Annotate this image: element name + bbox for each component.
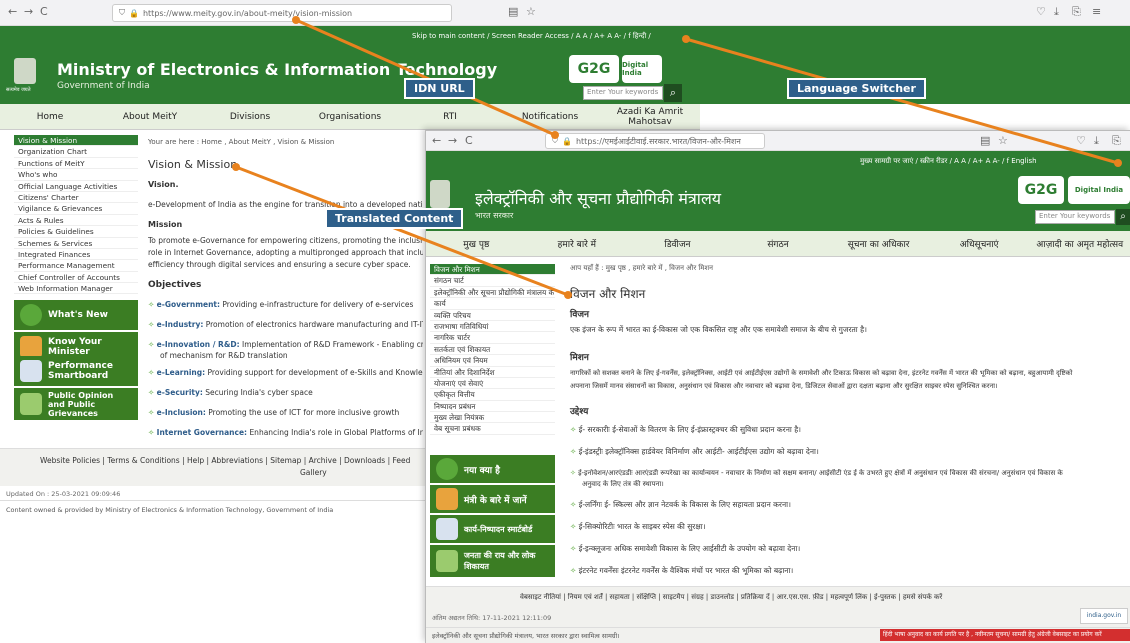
translated-content-callout: Translated Content	[325, 208, 464, 229]
language-arrow	[682, 35, 1122, 167]
translated-arrow	[232, 163, 572, 299]
language-switcher-callout: Language Switcher	[787, 78, 926, 99]
annotation-arrows	[232, 16, 1122, 299]
idn-url-callout: IDN URL	[404, 78, 475, 99]
